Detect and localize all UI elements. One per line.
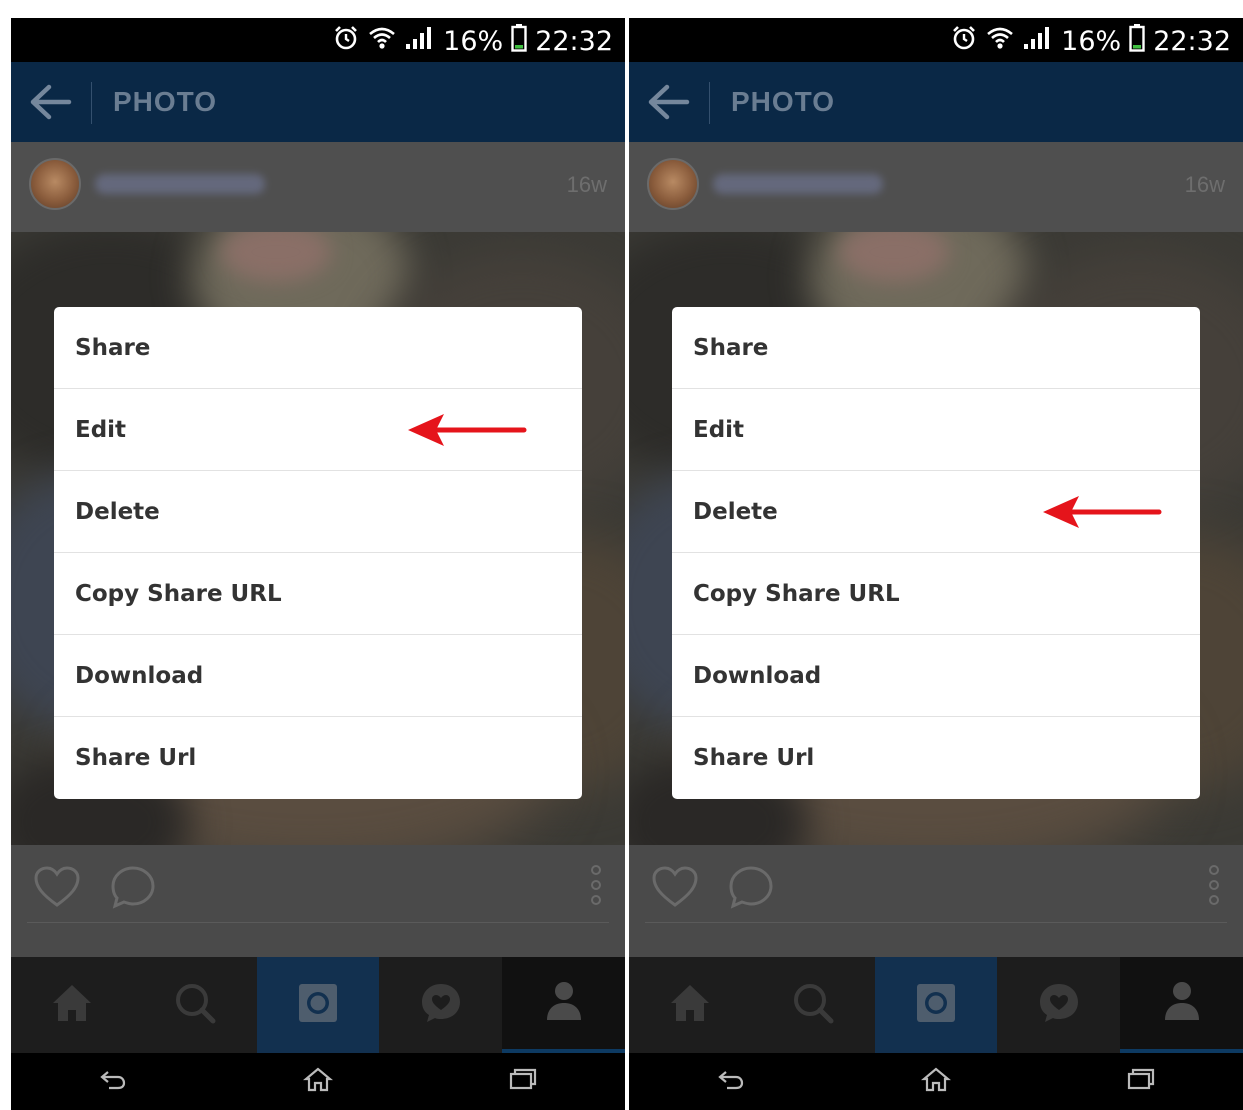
heart-icon[interactable] [651,865,699,909]
nav-back-icon[interactable] [716,1066,746,1097]
page-title: PHOTO [731,86,836,117]
battery-percent: 16% [443,26,504,57]
nav-recents-icon[interactable] [508,1066,538,1097]
more-options-icon[interactable] [1207,863,1221,907]
battery-icon [1129,24,1145,59]
red-arrow-annotation [406,410,528,450]
menu-item-label: Share [75,334,151,361]
nav-recents-icon[interactable] [1126,1066,1156,1097]
status-bar: 16% 22:32 [11,18,625,62]
activity-icon [419,981,463,1030]
menu-item-label: Download [693,662,822,689]
menu-item-label: Copy Share URL [75,580,282,607]
status-time: 22:32 [1153,26,1231,57]
menu-item-label: Copy Share URL [693,580,900,607]
phone-screen-right: 16% 22:32 PHOTO 16w Share Edit Delete Co… [629,18,1243,1110]
wifi-icon [987,26,1014,57]
post-actions [11,845,625,957]
tab-search[interactable] [752,957,875,1053]
menu-item-download[interactable]: Download [54,635,582,717]
bottom-tab-bar [629,957,1243,1053]
nav-home-icon[interactable] [302,1066,334,1097]
phone-screen-left: 16% 22:32 PHOTO 16w Share Edit Delete Co… [11,18,625,1110]
divider [645,922,1227,923]
app-bar-divider [709,82,710,124]
post-age: 16w [566,172,607,197]
status-time: 22:32 [535,26,613,57]
page-title: PHOTO [113,86,218,117]
camera-icon [296,981,340,1030]
status-bar: 16% 22:32 [629,18,1243,62]
menu-item-label: Edit [693,416,745,443]
post-actions [629,845,1243,957]
post-header: 16w [629,142,1243,232]
alarm-icon [333,25,359,58]
menu-item-label: Download [75,662,204,689]
comment-icon[interactable] [109,865,157,909]
alarm-icon [951,25,977,58]
menu-item-copy-share-url[interactable]: Copy Share URL [54,553,582,635]
tab-camera[interactable] [874,957,998,1053]
tab-home[interactable] [629,957,752,1053]
android-nav-bar [629,1053,1243,1110]
menu-item-label: Edit [75,416,127,443]
avatar[interactable] [647,158,699,210]
nav-back-icon[interactable] [98,1066,128,1097]
options-menu: Share Edit Delete Copy Share URL Downloa… [54,307,582,799]
menu-item-share-url[interactable]: Share Url [672,717,1200,799]
tab-search[interactable] [134,957,257,1053]
app-bar-divider [91,82,92,124]
home-icon [50,981,94,1030]
app-bar: PHOTO [11,62,625,142]
signal-icon [1023,26,1051,57]
tab-activity[interactable] [997,957,1120,1053]
battery-icon [511,24,527,59]
username-blurred[interactable] [713,174,883,194]
search-icon [173,981,217,1030]
menu-item-copy-share-url[interactable]: Copy Share URL [672,553,1200,635]
back-arrow-icon[interactable] [29,82,75,122]
nav-home-icon[interactable] [920,1066,952,1097]
tab-profile[interactable] [502,957,625,1053]
menu-item-label: Share [693,334,769,361]
tab-activity[interactable] [379,957,502,1053]
avatar[interactable] [29,158,81,210]
menu-item-edit[interactable]: Edit [672,389,1200,471]
back-arrow-icon[interactable] [647,82,693,122]
android-nav-bar [11,1053,625,1110]
menu-item-download[interactable]: Download [672,635,1200,717]
username-blurred[interactable] [95,174,265,194]
menu-item-share-url[interactable]: Share Url [54,717,582,799]
menu-item-label: Share Url [693,745,815,771]
menu-item-label: Delete [693,498,778,525]
heart-icon[interactable] [33,865,81,909]
divider [27,922,609,923]
home-icon [668,981,712,1030]
menu-item-label: Delete [75,498,160,525]
bottom-tab-bar [11,957,625,1053]
post-header: 16w [11,142,625,232]
camera-icon [914,981,958,1030]
app-bar: PHOTO [629,62,1243,142]
comment-icon[interactable] [727,865,775,909]
post-age: 16w [1184,172,1225,197]
profile-icon [1160,979,1204,1028]
signal-icon [405,26,433,57]
wifi-icon [369,26,396,57]
red-arrow-annotation [1041,492,1163,532]
search-icon [791,981,835,1030]
tab-home[interactable] [11,957,134,1053]
profile-icon [542,979,586,1028]
menu-item-share[interactable]: Share [54,307,582,389]
battery-percent: 16% [1061,26,1122,57]
more-options-icon[interactable] [589,863,603,907]
menu-item-label: Share Url [75,745,197,771]
tab-camera[interactable] [256,957,380,1053]
menu-item-share[interactable]: Share [672,307,1200,389]
menu-item-delete[interactable]: Delete [54,471,582,553]
tab-profile[interactable] [1120,957,1243,1053]
activity-icon [1037,981,1081,1030]
options-menu: Share Edit Delete Copy Share URL Downloa… [672,307,1200,799]
